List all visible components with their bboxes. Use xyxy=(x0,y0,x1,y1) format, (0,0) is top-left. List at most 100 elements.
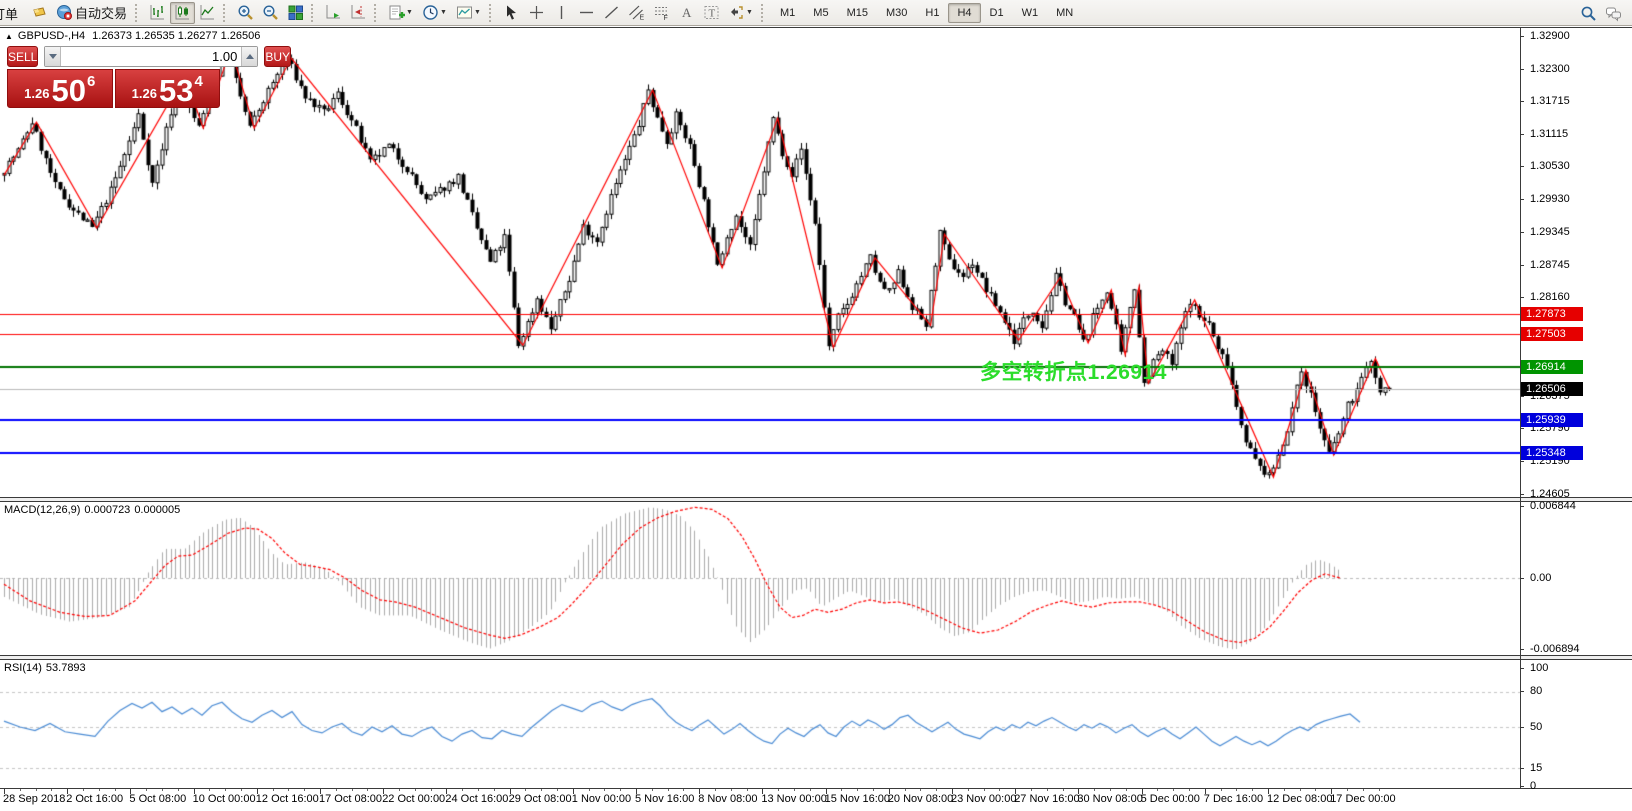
sell-price-display[interactable]: 1.26506 xyxy=(7,69,113,108)
time-axis-subtick xyxy=(209,789,210,791)
time-axis-tick xyxy=(446,789,447,794)
timeframe-h4-button[interactable]: H4 xyxy=(948,3,980,23)
toolbar-handle[interactable] xyxy=(489,4,494,22)
timeframe-d1-button[interactable]: D1 xyxy=(981,3,1013,23)
time-axis-label: 1 Nov 00:00 xyxy=(572,793,631,805)
buy-price-display[interactable]: 1.26534 xyxy=(115,69,221,108)
time-axis-tick xyxy=(1078,789,1079,794)
trendline-button[interactable] xyxy=(599,2,624,24)
time-axis-subtick xyxy=(1189,789,1190,791)
time-axis-label: 2 Oct 16:00 xyxy=(66,793,123,805)
price-chart-canvas[interactable] xyxy=(0,28,1520,497)
fibonacci-icon: F xyxy=(653,4,670,21)
timeframe-h1-button[interactable]: H1 xyxy=(916,3,948,23)
chart-shift-button[interactable] xyxy=(346,2,371,24)
time-axis-tick xyxy=(67,789,68,794)
text-label-button[interactable]: T xyxy=(699,2,724,24)
timeframe-m15-button[interactable]: M15 xyxy=(838,3,877,23)
sell-button[interactable]: SELL xyxy=(7,46,38,67)
zoom-out-button[interactable] xyxy=(258,2,283,24)
arrows-button[interactable]: ▼ xyxy=(724,2,758,24)
search-icon xyxy=(1580,5,1597,22)
panel-splitter-macd[interactable] xyxy=(0,497,1632,502)
time-axis-subtick xyxy=(367,789,368,791)
buy-button[interactable]: BUY xyxy=(264,46,291,67)
toolbar-handle[interactable] xyxy=(223,4,228,22)
text-button[interactable]: A xyxy=(674,2,699,24)
zoom-out-icon xyxy=(262,4,279,21)
toolbar-handle[interactable] xyxy=(311,4,316,22)
templates-dropdown-arrow[interactable]: ▼ xyxy=(473,2,483,24)
rsi-tick-label: 100 xyxy=(1530,662,1548,674)
auto-scroll-button[interactable] xyxy=(321,2,346,24)
auto-trading-icon xyxy=(56,4,73,21)
tile-windows-button[interactable] xyxy=(283,2,308,24)
timeframe-m30-button[interactable]: M30 xyxy=(877,3,916,23)
time-axis-label: 13 Nov 00:00 xyxy=(761,793,826,805)
toolbar-handle[interactable] xyxy=(761,4,766,22)
time-axis-subtick xyxy=(1094,789,1095,791)
timeframe-m1-button[interactable]: M1 xyxy=(771,3,804,23)
search-button[interactable] xyxy=(1576,2,1601,24)
price-tick-mark xyxy=(1520,232,1524,233)
timeframe-mn-button[interactable]: MN xyxy=(1047,3,1082,23)
candlestick-chart-button[interactable] xyxy=(170,2,195,24)
volume-input[interactable] xyxy=(61,47,241,66)
time-axis-subtick xyxy=(399,789,400,791)
toolbar-handle[interactable] xyxy=(374,4,379,22)
vertical-line-button[interactable] xyxy=(549,2,574,24)
time-axis-label: 29 Oct 08:00 xyxy=(509,793,572,805)
time-axis-subtick xyxy=(841,789,842,791)
time-axis-label: 15 Nov 16:00 xyxy=(825,793,890,805)
volume-increase-button[interactable] xyxy=(241,47,257,66)
rsi-value: 53.7893 xyxy=(46,662,86,674)
time-axis-subtick xyxy=(415,789,416,791)
auto-trading-button[interactable]: 自动交易 xyxy=(51,2,132,24)
rsi-chart-canvas[interactable] xyxy=(0,660,1520,788)
toolbar-handle[interactable] xyxy=(135,4,140,22)
templates-button[interactable]: ▼ xyxy=(452,2,486,24)
rsi-tick-label: 80 xyxy=(1530,685,1542,697)
bar-chart-button[interactable] xyxy=(145,2,170,24)
volume-decrease-button[interactable] xyxy=(45,47,61,66)
zoom-in-button[interactable] xyxy=(233,2,258,24)
time-axis-subtick xyxy=(304,789,305,791)
new-order-icon-button[interactable] xyxy=(26,2,51,24)
price-tick-label: 1.31715 xyxy=(1530,95,1570,107)
time-axis-subtick xyxy=(936,789,937,791)
cursor-button[interactable] xyxy=(499,2,524,24)
time-axis-subtick xyxy=(968,789,969,791)
horizontal-line-button[interactable] xyxy=(574,2,599,24)
time-axis-tick xyxy=(699,789,700,794)
new-order-button[interactable]: 订单 xyxy=(0,4,26,22)
rsi-tick-mark xyxy=(1520,727,1524,728)
periods-button[interactable]: ▼ xyxy=(418,2,452,24)
main-toolbar: 订单 自动交易 xyxy=(0,0,1632,26)
price-tick-mark xyxy=(1520,134,1524,135)
line-chart-button[interactable] xyxy=(195,2,220,24)
crosshair-icon xyxy=(528,4,545,21)
time-axis-subtick xyxy=(352,789,353,791)
fibonacci-button[interactable]: F xyxy=(649,2,674,24)
time-axis-subtick xyxy=(1347,789,1348,791)
templates-icon xyxy=(456,4,473,21)
rsi-tick-label: 15 xyxy=(1530,762,1542,774)
equidistant-channel-button[interactable]: E xyxy=(624,2,649,24)
collapse-panel-icon[interactable]: ▲ xyxy=(5,32,13,41)
volume-increase-icon xyxy=(246,54,254,59)
macd-chart-canvas[interactable] xyxy=(0,502,1520,654)
chat-button[interactable] xyxy=(1601,2,1626,24)
price-tick-label: 1.29930 xyxy=(1530,193,1570,205)
periods-dropdown-arrow[interactable]: ▼ xyxy=(439,2,449,24)
timeframe-m5-button[interactable]: M5 xyxy=(804,3,837,23)
indicators-dropdown-arrow[interactable]: ▼ xyxy=(405,2,415,24)
timeframe-w1-button[interactable]: W1 xyxy=(1013,3,1048,23)
panel-splitter-rsi[interactable] xyxy=(0,655,1632,660)
indicators-button[interactable]: ▼ xyxy=(384,2,418,24)
price-tick-label: 1.31115 xyxy=(1530,128,1568,140)
price-tick-mark xyxy=(1520,494,1524,495)
crosshair-button[interactable] xyxy=(524,2,549,24)
time-axis-subtick xyxy=(1284,789,1285,791)
arrows-dropdown-arrow[interactable]: ▼ xyxy=(745,2,755,24)
time-axis-subtick xyxy=(1110,789,1111,791)
